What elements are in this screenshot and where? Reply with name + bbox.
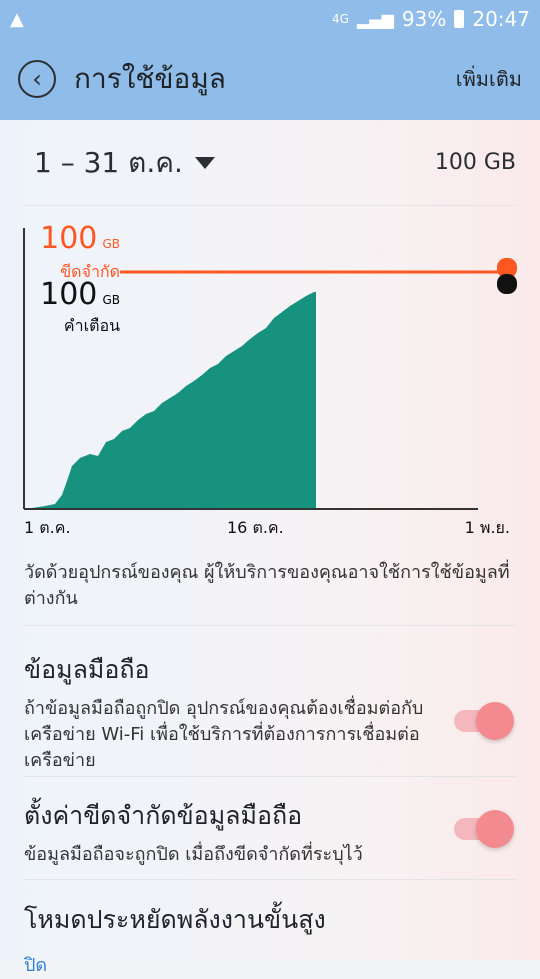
date-range-row: 1 – 31 ต.ค. 100 GB [0, 120, 540, 205]
data-limit-setting[interactable]: ตั้งค่าขีดจำกัดข้อมูลมือถือ ข้อมูลมือถือ… [24, 796, 514, 868]
mobile-data-title: ข้อมูลมือถือ [24, 655, 150, 684]
network-type: 4G [332, 12, 349, 26]
toggle-knob [476, 810, 514, 848]
status-bar: ▲ 4G ▂▄▆ 93% 20:47 [0, 0, 540, 38]
divider [24, 625, 516, 626]
data-limit-title: ตั้งค่าขีดจำกัดข้อมูลมือถือ [24, 801, 303, 830]
power-saving-setting[interactable]: โหมดประหยัดพลังงานขั้นสูง ปิด [24, 900, 514, 979]
content: 1 – 31 ต.ค. 100 GB 100 GB ขีดจำกัด 100 G… [0, 120, 540, 976]
limit-unit: GB [102, 237, 120, 251]
divider [24, 879, 516, 880]
battery-icon [454, 10, 465, 28]
warning-handle[interactable] [497, 274, 517, 294]
battery-percent: 93% [401, 7, 447, 31]
toggle-knob [476, 702, 514, 740]
warning-triangle-icon: ▲ [10, 8, 24, 30]
warning-unit: GB [102, 293, 120, 307]
x-tick-labels: 1 ต.ค. 16 ต.ค. 1 พ.ย. [24, 516, 510, 546]
x-tick-end: 1 พ.ย. [464, 518, 510, 537]
warning-label: คำเตือน [63, 316, 120, 335]
measurement-note: วัดด้วยอุปกรณ์ของคุณ ผู้ให้บริการของคุณอ… [24, 562, 510, 609]
dropdown-arrow-icon [194, 156, 215, 169]
data-limit-toggle[interactable] [454, 810, 514, 848]
mobile-data-toggle[interactable] [454, 702, 514, 740]
divider [24, 776, 516, 777]
warning-value: 100 [40, 277, 98, 312]
signal-icon: ▂▄▆ [356, 9, 394, 29]
warning-labels: 100 GB คำเตือน [30, 280, 120, 339]
clock: 20:47 [472, 7, 530, 31]
back-button[interactable]: ‹ [18, 60, 56, 98]
status-right: 4G ▂▄▆ 93% 20:47 [332, 7, 530, 31]
date-range-selector[interactable]: 1 – 31 ต.ค. [34, 141, 215, 185]
x-tick-mid: 16 ต.ค. [227, 518, 284, 537]
limit-labels: 100 GB ขีดจำกัด [30, 224, 120, 285]
page-title: การใช้ข้อมูล [74, 62, 226, 95]
quota-label: 100 GB [434, 150, 516, 175]
power-saving-title: โหมดประหยัดพลังงานขั้นสูง [24, 905, 326, 934]
date-range-label: 1 – 31 ต.ค. [34, 145, 183, 179]
app-bar: ‹ การใช้ข้อมูล เพิ่มเติม [0, 38, 540, 120]
x-tick-start: 1 ต.ค. [24, 518, 71, 537]
data-limit-desc: ข้อมูลมือถือจะถูกปิด เมื่อถึงขีดจำกัดที่… [24, 844, 363, 865]
power-saving-value: ปิด [24, 955, 48, 976]
more-button[interactable]: เพิ่มเติม [456, 63, 522, 95]
mobile-data-desc: ถ้าข้อมูลมือถือถูกปิด อุปกรณ์ของคุณต้องเ… [24, 698, 424, 771]
limit-value: 100 [40, 221, 98, 256]
mobile-data-setting[interactable]: ข้อมูลมือถือ ถ้าข้อมูลมือถือถูกปิด อุปกร… [24, 650, 514, 774]
chevron-left-icon: ‹ [32, 65, 42, 93]
